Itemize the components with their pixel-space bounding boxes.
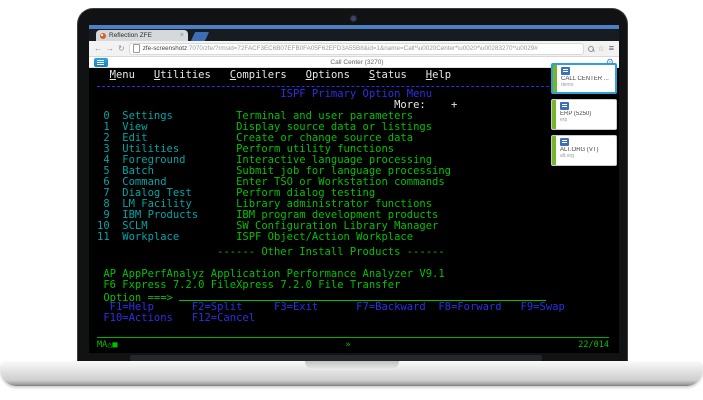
function-keys-row2: F10=Actions F12=Cancel: [97, 312, 256, 324]
menu-item-menu[interactable]: Menu: [110, 70, 135, 81]
menu-item-options[interactable]: Options: [306, 70, 350, 81]
zfe-app-toolbar: Call Center (3270) ⚙: [89, 57, 619, 68]
browser-menu-icon[interactable]: ≡: [609, 44, 614, 53]
menu-item-utilities[interactable]: Utilities: [154, 70, 211, 81]
session-card-alt-org[interactable]: ALT.ORG (VT) alt.org: [551, 135, 617, 166]
session-list-button[interactable]: [94, 57, 108, 67]
tab-close-icon[interactable]: ×: [180, 32, 184, 39]
terminal-action-bar: Menu Utilities Compilers Options Status …: [97, 70, 619, 83]
address-bar[interactable]: zfe-screenshotz:7070/zfe/?rmsid=72FACF3E…: [128, 42, 584, 55]
browser-tab[interactable]: Reflection ZFE ×: [96, 30, 188, 41]
product-line: F6 Fxpress 7.2.0 FileXpress 7.2.0 File T…: [103, 279, 401, 291]
session-card-erp[interactable]: ERP (5250) erp: [551, 99, 617, 130]
browser-urlbar: ← → ↻ zfe-screenshotz:7070/zfe/?rmsid=72…: [89, 41, 619, 57]
session-host: erp: [560, 117, 568, 123]
laptop-mockup: Reflection ZFE × ← → ↻ zfe-screenshotz:7…: [0, 0, 703, 400]
search-icon[interactable]: [587, 45, 594, 52]
menu-item-status[interactable]: Status: [369, 70, 407, 81]
laptop-base: [0, 361, 703, 386]
connected-stripe: [552, 100, 556, 129]
tab-title: Reflection ZFE: [109, 32, 152, 39]
tab-favicon-icon: [100, 32, 106, 39]
bookmark-star-icon[interactable]: ☆: [598, 44, 605, 53]
dashed-separator: [97, 86, 584, 87]
laptop-bezel: Reflection ZFE × ← → ↻ zfe-screenshotz:7…: [77, 8, 628, 362]
url-host: zfe-screenshotz: [142, 45, 188, 52]
page-icon: [132, 44, 140, 53]
url-rest: :7070/zfe/?rmsid=72FACF3EC6B07EFB0FA05F6…: [187, 45, 538, 52]
terminal-5250-icon: [560, 102, 569, 110]
menu-option-row[interactable]: 11 Workplace ISPF Object/Action Workplace: [97, 232, 619, 243]
terminal-vt-icon: [560, 138, 569, 146]
connected-stripe: [553, 65, 557, 92]
back-icon[interactable]: ←: [94, 44, 102, 53]
laptop-lid-notch: [305, 361, 399, 370]
browser-tabstrip: Reflection ZFE ×: [89, 29, 619, 41]
session-panel: CALL CENTER ... demo ERP (5250) erp ALT.…: [551, 63, 617, 166]
menu-item-help[interactable]: Help: [426, 70, 451, 81]
forward-icon[interactable]: →: [106, 44, 114, 53]
command-input-field[interactable]: [179, 291, 546, 301]
terminal-screen[interactable]: Menu Utilities Compilers Options Status …: [89, 68, 619, 353]
session-title: Call Center (3270): [330, 58, 384, 66]
menu-item-compilers[interactable]: Compilers: [230, 70, 287, 81]
connected-stripe: [552, 136, 556, 165]
oia-cursor-position: 22/014: [578, 340, 609, 350]
browser-window: Reflection ZFE × ← → ↻ zfe-screenshotz:7…: [89, 25, 619, 353]
reload-icon[interactable]: ↻: [118, 44, 125, 53]
session-host: demo: [561, 82, 574, 88]
screen-title: ISPF Primary Option Menu: [280, 88, 433, 100]
url-text: zfe-screenshotz:7070/zfe/?rmsid=72FACF3E…: [143, 45, 538, 52]
session-card-call-center[interactable]: CALL CENTER ... demo: [551, 63, 617, 94]
section-divider: ------ Other Install Products ------: [217, 246, 445, 258]
more-plus: +: [451, 99, 458, 111]
oia-status-left: MA△■: [97, 340, 118, 350]
operator-info-area: MA△■ » 22/014: [97, 337, 609, 350]
session-host: alt.org: [560, 153, 574, 159]
oia-status-center: »: [345, 340, 351, 350]
oia-separator: [97, 337, 609, 338]
terminal-3270-icon: [561, 67, 570, 75]
webcam-icon: [350, 16, 356, 21]
new-tab-button[interactable]: [190, 32, 210, 41]
